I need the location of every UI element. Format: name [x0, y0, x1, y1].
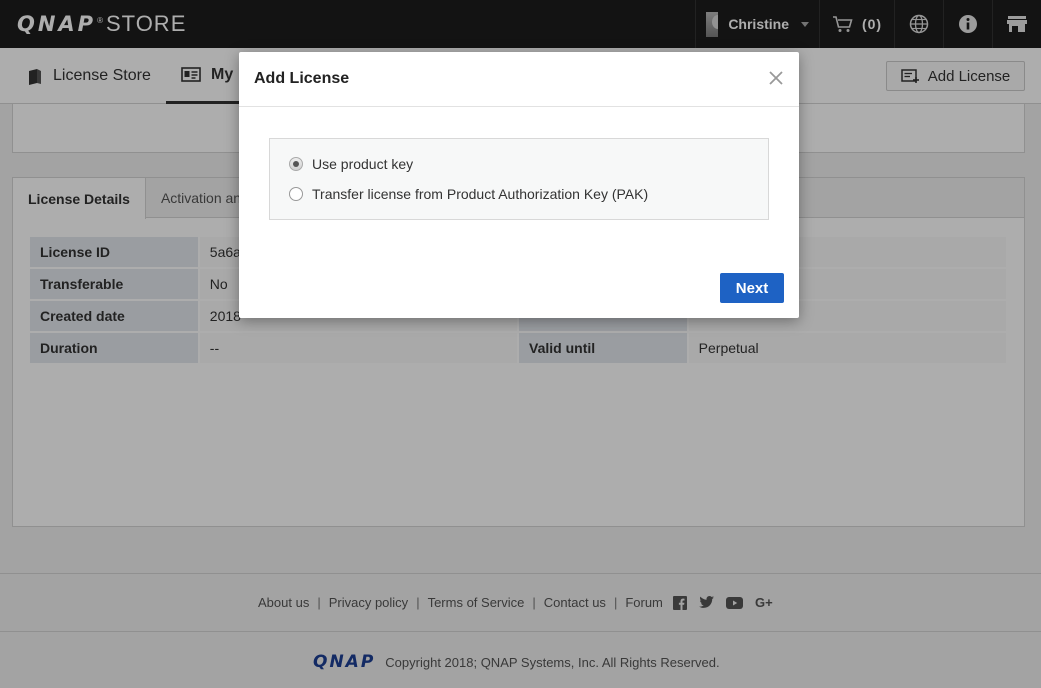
close-icon[interactable] — [767, 69, 785, 87]
option-label: Transfer license from Product Authorizat… — [312, 186, 649, 202]
license-method-options: Use product key Transfer license from Pr… — [269, 138, 769, 220]
radio-transfer-pak[interactable] — [289, 187, 303, 201]
modal-header: Add License — [239, 52, 799, 107]
option-use-product-key[interactable]: Use product key — [270, 149, 768, 179]
option-label: Use product key — [312, 156, 414, 172]
modal-title: Add License — [254, 70, 350, 87]
option-transfer-pak[interactable]: Transfer license from Product Authorizat… — [270, 179, 768, 209]
radio-product-key[interactable] — [289, 157, 303, 171]
next-button[interactable]: Next — [720, 273, 784, 303]
add-license-dialog: Add License Use product key Transfer lic… — [239, 52, 799, 318]
